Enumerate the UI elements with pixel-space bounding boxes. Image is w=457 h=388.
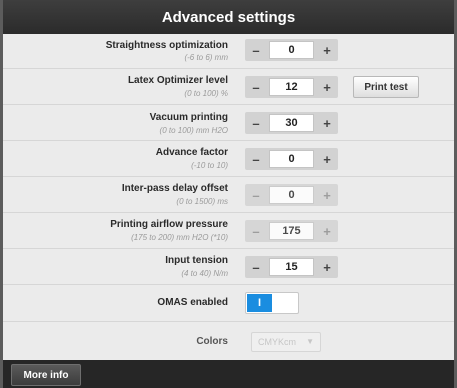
colors-dropdown[interactable]: CMYKcm ▼ <box>251 332 321 352</box>
setting-range: (175 to 200) mm H2O (*10) <box>131 233 228 242</box>
setting-row-input-tension: Input tension (4 to 40) N/m – 15 + <box>3 249 454 285</box>
settings-list: Straightness optimization (-6 to 6) mm –… <box>3 34 454 360</box>
setting-label: Straightness optimization <box>105 40 228 51</box>
setting-row-straightness: Straightness optimization (-6 to 6) mm –… <box>3 34 454 69</box>
setting-range: (-6 to 6) mm <box>184 53 228 62</box>
setting-label: Printing airflow pressure <box>110 219 228 230</box>
airflow-pressure-stepper[interactable]: – 175 + <box>245 220 338 242</box>
increment-button[interactable]: + <box>316 184 338 206</box>
setting-row-airflow-pressure: Printing airflow pressure (175 to 200) m… <box>3 213 454 249</box>
decrement-button[interactable]: – <box>245 256 267 278</box>
increment-button[interactable]: + <box>316 256 338 278</box>
setting-label: Inter-pass delay offset <box>121 183 228 194</box>
increment-button[interactable]: + <box>316 112 338 134</box>
print-test-button[interactable]: Print test <box>353 76 419 98</box>
setting-row-vacuum-printing: Vacuum printing (0 to 100) mm H2O – 30 + <box>3 105 454 141</box>
setting-row-colors: Colors CMYKcm ▼ <box>3 322 454 360</box>
increment-button[interactable]: + <box>316 148 338 170</box>
advance-factor-value[interactable]: 0 <box>269 150 314 168</box>
setting-row-omas: OMAS enabled I <box>3 285 454 322</box>
advance-factor-stepper[interactable]: – 0 + <box>245 148 338 170</box>
decrement-button[interactable]: – <box>245 220 267 242</box>
advanced-settings-dialog: Advanced settings Straightness optimizat… <box>3 0 454 388</box>
latex-optimizer-stepper[interactable]: – 12 + <box>245 76 338 98</box>
setting-label: Latex Optimizer level <box>127 75 228 86</box>
input-tension-stepper[interactable]: – 15 + <box>245 256 338 278</box>
colors-label: Colors <box>196 336 228 347</box>
decrement-button[interactable]: – <box>245 148 267 170</box>
increment-button[interactable]: + <box>316 76 338 98</box>
setting-label: Input tension <box>165 255 228 266</box>
inter-pass-delay-value[interactable]: 0 <box>269 186 314 204</box>
title-bar: Advanced settings <box>3 0 454 34</box>
decrement-button[interactable]: – <box>245 112 267 134</box>
toggle-on-indicator: I <box>247 294 272 312</box>
straightness-value[interactable]: 0 <box>269 41 314 59</box>
decrement-button[interactable]: – <box>245 184 267 206</box>
increment-button[interactable]: + <box>316 220 338 242</box>
inter-pass-delay-stepper[interactable]: – 0 + <box>245 184 338 206</box>
setting-range: (0 to 100) mm H2O <box>159 126 228 135</box>
omas-label: OMAS enabled <box>157 297 228 308</box>
setting-label: Vacuum printing <box>149 112 228 123</box>
setting-row-latex-optimizer: Latex Optimizer level (0 to 100) % – 12 … <box>3 69 454 105</box>
setting-range: (0 to 1500) ms <box>176 197 228 206</box>
latex-optimizer-value[interactable]: 12 <box>269 78 314 96</box>
more-info-button[interactable]: More info <box>11 364 81 386</box>
setting-row-inter-pass-delay: Inter-pass delay offset (0 to 1500) ms –… <box>3 177 454 213</box>
setting-row-advance-factor: Advance factor (-10 to 10) – 0 + <box>3 141 454 177</box>
setting-label: Advance factor <box>155 147 228 158</box>
colors-selected-value: CMYKcm <box>258 337 296 347</box>
setting-range: (4 to 40) N/m <box>181 269 228 278</box>
input-tension-value[interactable]: 15 <box>269 258 314 276</box>
increment-button[interactable]: + <box>316 39 338 61</box>
straightness-stepper[interactable]: – 0 + <box>245 39 338 61</box>
omas-toggle[interactable]: I <box>245 292 299 314</box>
vacuum-printing-value[interactable]: 30 <box>269 114 314 132</box>
airflow-pressure-value[interactable]: 175 <box>269 222 314 240</box>
setting-range: (-10 to 10) <box>191 161 228 170</box>
window-title: Advanced settings <box>161 8 296 26</box>
footer-bar: More info <box>3 360 454 388</box>
chevron-down-icon: ▼ <box>306 337 314 346</box>
decrement-button[interactable]: – <box>245 76 267 98</box>
decrement-button[interactable]: – <box>245 39 267 61</box>
setting-range: (0 to 100) % <box>184 89 228 98</box>
vacuum-printing-stepper[interactable]: – 30 + <box>245 112 338 134</box>
